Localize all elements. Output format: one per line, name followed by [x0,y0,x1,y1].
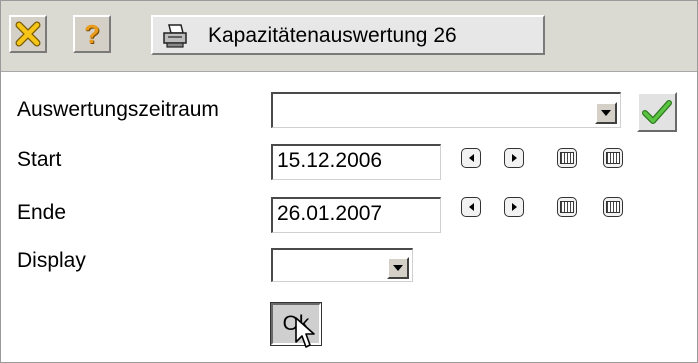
calendar-month-icon [606,152,620,164]
period-select[interactable] [271,92,621,128]
display-select[interactable] [271,248,413,282]
dialog-window: ? Kapazitätenauswertung 26 Auswertungsze… [0,0,698,363]
chevron-down-icon [601,110,611,116]
help-button[interactable]: ? [73,15,111,53]
display-label: Display [17,249,86,272]
toolbar: ? Kapazitätenauswertung 26 [1,1,697,72]
start-next-button[interactable] [504,148,524,168]
start-label: Start [17,148,62,171]
period-label: Auswertungszeitraum [17,98,219,121]
start-date-value: 15.12.2006 [277,149,383,172]
calendar-icon [560,152,574,164]
end-calendar-button[interactable] [557,197,577,217]
checkmark-icon [642,100,672,124]
end-date-value: 26.01.2007 [277,202,383,225]
title-tab[interactable]: Kapazitätenauswertung 26 [151,15,545,55]
help-icon: ? [84,18,100,49]
chevron-down-icon [393,265,403,271]
start-date-field[interactable]: 15.12.2006 [271,144,441,180]
close-x-icon [15,21,41,47]
period-dropdown-button[interactable] [595,102,617,124]
display-dropdown-button[interactable] [387,257,409,279]
start-calendar-button[interactable] [557,148,577,168]
apply-check-button[interactable] [637,92,677,132]
calendar-icon [560,201,574,213]
arrow-right-icon [511,154,517,162]
close-button[interactable] [9,15,47,53]
end-next-button[interactable] [504,197,524,217]
end-calendar-month-button[interactable] [603,197,623,217]
arrow-left-icon [468,203,474,211]
arrow-right-icon [511,203,517,211]
window-title: Kapazitätenauswertung 26 [208,24,457,47]
start-calendar-month-button[interactable] [603,148,623,168]
end-prev-button[interactable] [461,197,481,217]
printer-icon [163,24,187,48]
end-date-field[interactable]: 26.01.2007 [271,197,441,233]
calendar-month-icon [606,201,620,213]
arrow-left-icon [468,154,474,162]
start-prev-button[interactable] [461,148,481,168]
mouse-cursor-icon [295,317,315,348]
end-label: Ende [17,201,67,224]
